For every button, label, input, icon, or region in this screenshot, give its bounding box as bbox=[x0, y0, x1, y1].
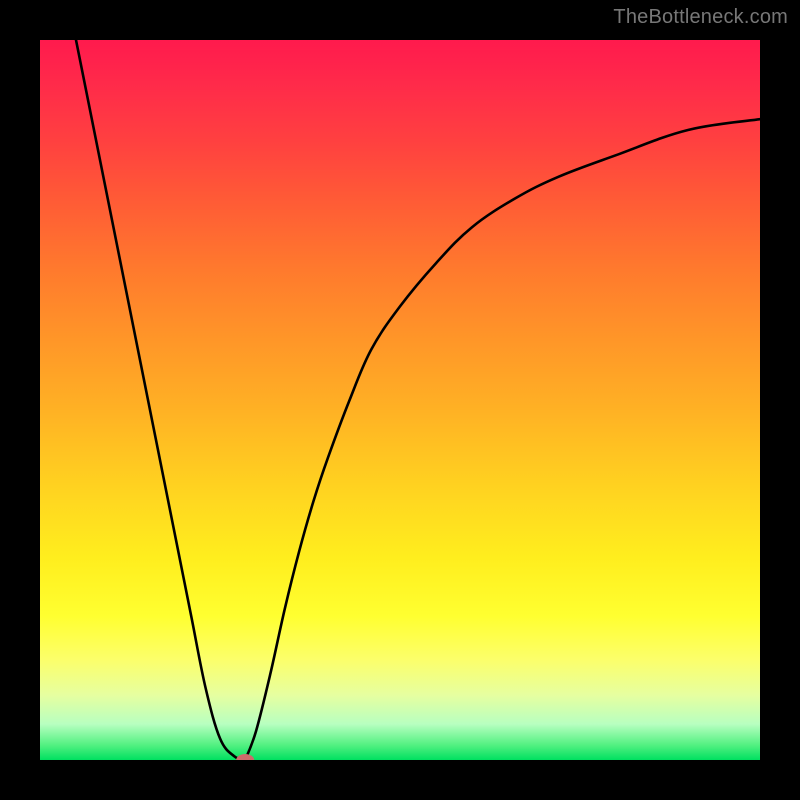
curve-right-branch bbox=[245, 119, 760, 760]
plot-area bbox=[40, 40, 760, 760]
minimum-marker bbox=[236, 754, 254, 760]
curve-left-branch bbox=[76, 40, 245, 760]
watermark-text: TheBottleneck.com bbox=[613, 6, 788, 29]
chart-frame: TheBottleneck.com bbox=[0, 0, 800, 800]
curve-svg bbox=[40, 40, 760, 760]
